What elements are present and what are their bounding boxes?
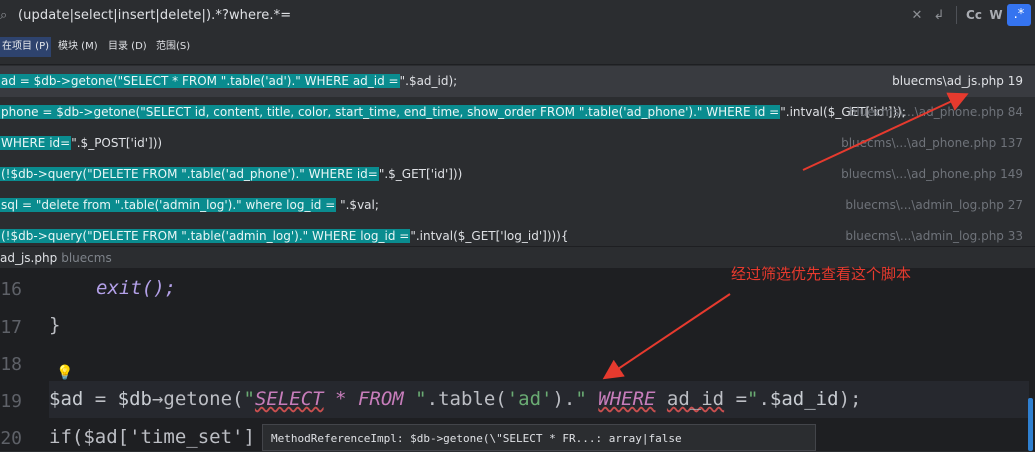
clear-icon[interactable]: ✕ <box>906 8 928 23</box>
result-rest: ".$_GET['id'])) <box>378 167 463 181</box>
annotation-text: 经过筛选优先查看这个脚本 <box>731 265 912 283</box>
line-number: 16 <box>0 279 22 300</box>
result-code: phone = $db->getone("SELECT id, content,… <box>0 102 906 123</box>
result-file: bluecms\ad_js.php 19 <box>892 74 1023 88</box>
line-number: 19 <box>0 391 22 412</box>
result-file: bluecms\...\ad_phone.php 149 <box>841 167 1023 181</box>
replace-icon[interactable]: ↲ <box>928 8 950 23</box>
match-case-icon[interactable]: Cc <box>963 8 985 22</box>
search-tools: ✕ ↲ Cc W .* <box>906 0 1035 30</box>
result-code: ad = $db->getone("SELECT * FROM ".table(… <box>0 71 457 92</box>
result-row[interactable]: ad = $db->getone("SELECT * FROM ".table(… <box>0 66 1035 97</box>
scope-bar: 在项目 (P) 模块 (M) 目录 (D) 范围(S) <box>0 30 1035 65</box>
result-rest: ".$ad_id); <box>399 74 458 88</box>
result-row[interactable]: (!$db->query("DELETE FROM ".table('ad_ph… <box>0 159 1035 190</box>
result-row[interactable]: WHERE id=".$_POST['id'])) bluecms\...\ad… <box>0 128 1035 159</box>
result-file: bluecms\...\ad_phone.php 84 <box>848 105 1023 119</box>
code-text: exit(); <box>96 277 177 299</box>
line-number: 20 <box>0 428 22 449</box>
search-input[interactable]: (update|select|insert|delete|).*?where.*… <box>18 8 291 23</box>
search-icon[interactable]: ⌕ <box>0 8 16 23</box>
match-highlight: WHERE id= <box>0 136 72 150</box>
lightbulb-icon[interactable]: 💡 <box>56 365 73 381</box>
code-line-16: exit(); <box>96 277 176 299</box>
line-number: 17 <box>0 317 22 338</box>
separator <box>956 6 957 24</box>
result-rest: ".$val; <box>336 198 379 212</box>
breadcrumb-project: bluecms <box>61 251 112 265</box>
match-highlight: phone = $db->getone("SELECT id, content,… <box>0 105 781 119</box>
search-results: ad = $db->getone("SELECT * FROM ".table(… <box>0 66 1035 246</box>
editor-scrollbar[interactable] <box>1028 398 1033 451</box>
line-number: 18 <box>0 354 22 375</box>
code-line-17: } <box>49 314 61 336</box>
result-code: sql = "delete from ".table('admin_log').… <box>0 195 379 216</box>
result-code: (!$db->query("DELETE FROM ".table('ad_ph… <box>0 164 462 185</box>
result-code: (!$db->query("DELETE FROM ".table('admin… <box>0 226 569 247</box>
match-highlight: ad = $db->getone("SELECT * FROM ".table(… <box>0 74 400 88</box>
result-file: bluecms\...\admin_log.php 33 <box>845 229 1023 243</box>
scope-scope[interactable]: 范围(S) <box>154 37 192 57</box>
regex-icon[interactable]: .* <box>1007 4 1031 26</box>
match-highlight: (!$db->query("DELETE FROM ".table('ad_ph… <box>0 167 379 181</box>
scope-project[interactable]: 在项目 (P) <box>0 37 52 57</box>
code-line-20: if($ad['time_set'] <box>49 426 255 448</box>
result-row[interactable]: phone = $db->getone("SELECT id, content,… <box>0 97 1035 128</box>
breadcrumb-file[interactable]: ad_js.php <box>0 251 57 265</box>
scope-directory[interactable]: 目录 (D) <box>106 37 149 57</box>
search-bar: ⌕ (update|select|insert|delete|).*?where… <box>0 0 1035 30</box>
scope-module[interactable]: 模块 (M) <box>56 37 100 57</box>
result-rest: ".$_POST['id'])) <box>71 136 163 150</box>
match-highlight: sql = "delete from ".table('admin_log').… <box>0 198 337 212</box>
result-rest: ".intval($_GET['log_id']))){ <box>410 229 569 243</box>
code-line-19: $ad = $db→getone("SELECT * FROM ".table(… <box>49 388 862 410</box>
reference-tooltip: MethodReferenceImpl: $db->getone(\"SELEC… <box>262 424 816 451</box>
whole-word-icon[interactable]: W <box>985 8 1007 22</box>
result-file: bluecms\...\admin_log.php 27 <box>845 198 1023 212</box>
match-highlight: (!$db->query("DELETE FROM ".table('admin… <box>0 229 411 243</box>
result-code: WHERE id=".$_POST['id'])) <box>0 133 162 154</box>
result-file: bluecms\...\ad_phone.php 137 <box>841 136 1023 150</box>
result-row[interactable]: sql = "delete from ".table('admin_log').… <box>0 190 1035 221</box>
